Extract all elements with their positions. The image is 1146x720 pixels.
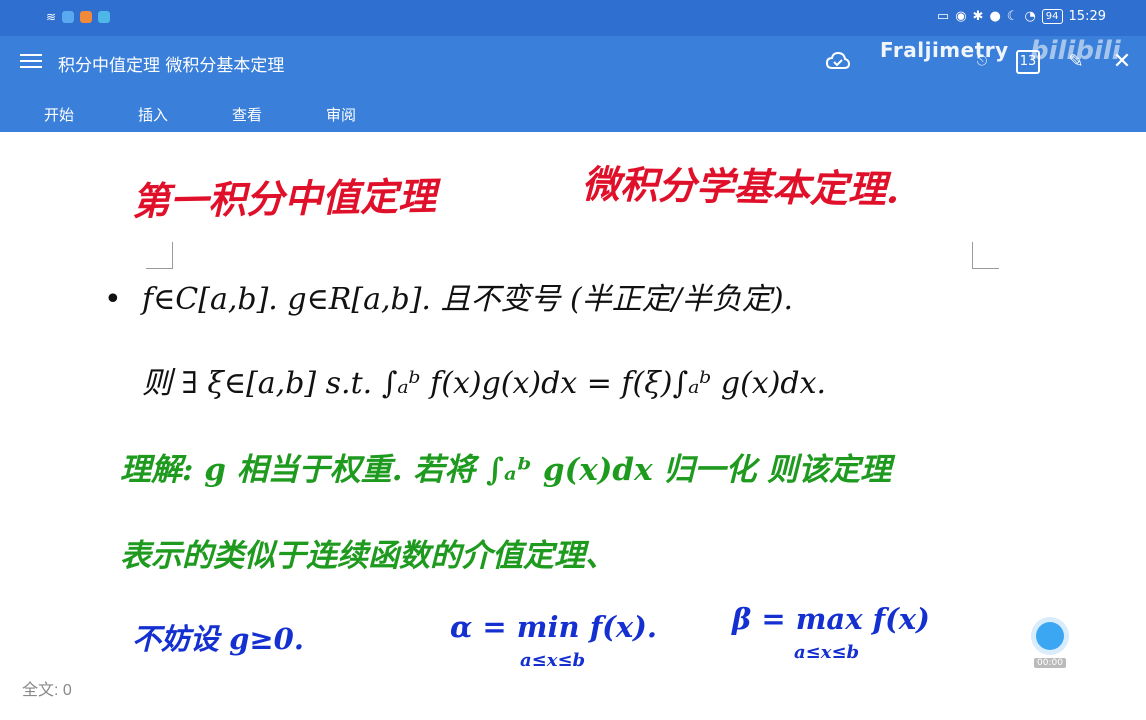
cast-icon: ▭ [936, 9, 950, 24]
wifi-icon: ≋ [46, 10, 57, 24]
bluetooth-icon: ✱ [972, 9, 984, 24]
status-bar: ≋ ▭ ◉ ✱ ● ☾ ◔ 94 15:29 [0, 0, 1146, 36]
document-canvas[interactable]: 第一积分中值定理 微积分学基本定理. • f∈C[a,b]. g∈R[a,b].… [0, 132, 1146, 720]
share-icon[interactable]: ⎋ [970, 50, 994, 74]
tab-review[interactable]: 审阅 [294, 100, 388, 130]
beta-subscript: a≤x≤b [794, 642, 860, 663]
clock: 15:29 [1068, 9, 1106, 24]
heading-first-mean-value-theorem: 第一积分中值定理 [131, 173, 437, 224]
word-count: 全文: 0 [22, 682, 72, 699]
floating-button-label: 00:00 [1034, 658, 1066, 668]
battery-indicator: 94 [1041, 9, 1063, 24]
alpha-definition: α = min f(x). [450, 610, 657, 644]
cloud-sync-icon[interactable] [826, 50, 850, 72]
tab-count-button[interactable]: 13 [1016, 50, 1040, 74]
bullet: • [104, 282, 122, 317]
document-title: 积分中值定理 微积分基本定理 [58, 56, 285, 76]
ribbon-tabs: 开始 插入 查看 审阅 [0, 100, 388, 130]
floating-record-button[interactable] [1036, 622, 1064, 650]
video-app-icon [80, 11, 93, 23]
tab-insert[interactable]: 插入 [106, 100, 200, 130]
understanding-line-1: 理解: g 相当于权重. 若将 ∫ₐᵇ g(x)dx 归一化 则该定理 [120, 452, 892, 488]
moon-icon: ☾ [1006, 9, 1019, 24]
app-notification-icon [62, 11, 75, 23]
tab-view[interactable]: 查看 [200, 100, 294, 130]
close-icon[interactable]: ✕ [1110, 50, 1134, 74]
understanding-line-2: 表示的类似于连续函数的介值定理、 [120, 538, 616, 574]
app-toolbar: 积分中值定理 微积分基本定理 Fraljimetry bilibili ⎋ 13… [0, 36, 1146, 132]
hypothesis-line: f∈C[a,b]. g∈R[a,b]. 且不变号 (半正定/半负定). [142, 282, 794, 317]
margin-corner-left [146, 242, 173, 269]
eye-icon: ◉ [955, 9, 967, 24]
margin-corner-right [972, 242, 999, 269]
alarm-icon: ◔ [1024, 9, 1036, 24]
beta-definition: β = max f(x) [732, 602, 930, 636]
tab-start[interactable]: 开始 [12, 100, 106, 130]
edit-pen-icon[interactable]: ✎ [1064, 50, 1088, 74]
alpha-subscript: a≤x≤b [520, 650, 586, 671]
mic-icon: ● [989, 9, 1001, 24]
status-icons-right: ▭ ◉ ✱ ● ☾ ◔ 94 15:29 [937, 9, 1106, 24]
status-icons-left: ≋ [46, 10, 111, 24]
assume-line: 不妨设 g≥0. [132, 622, 304, 656]
browser-app-icon [98, 11, 111, 23]
conclusion-line: 则 ∃ ξ∈[a,b] s.t. ∫ₐᵇ f(x)g(x)dx = f(ξ)∫ₐ… [142, 366, 827, 401]
menu-icon[interactable] [20, 50, 42, 72]
heading-fundamental-theorem: 微积分学基本定理. [581, 161, 900, 212]
